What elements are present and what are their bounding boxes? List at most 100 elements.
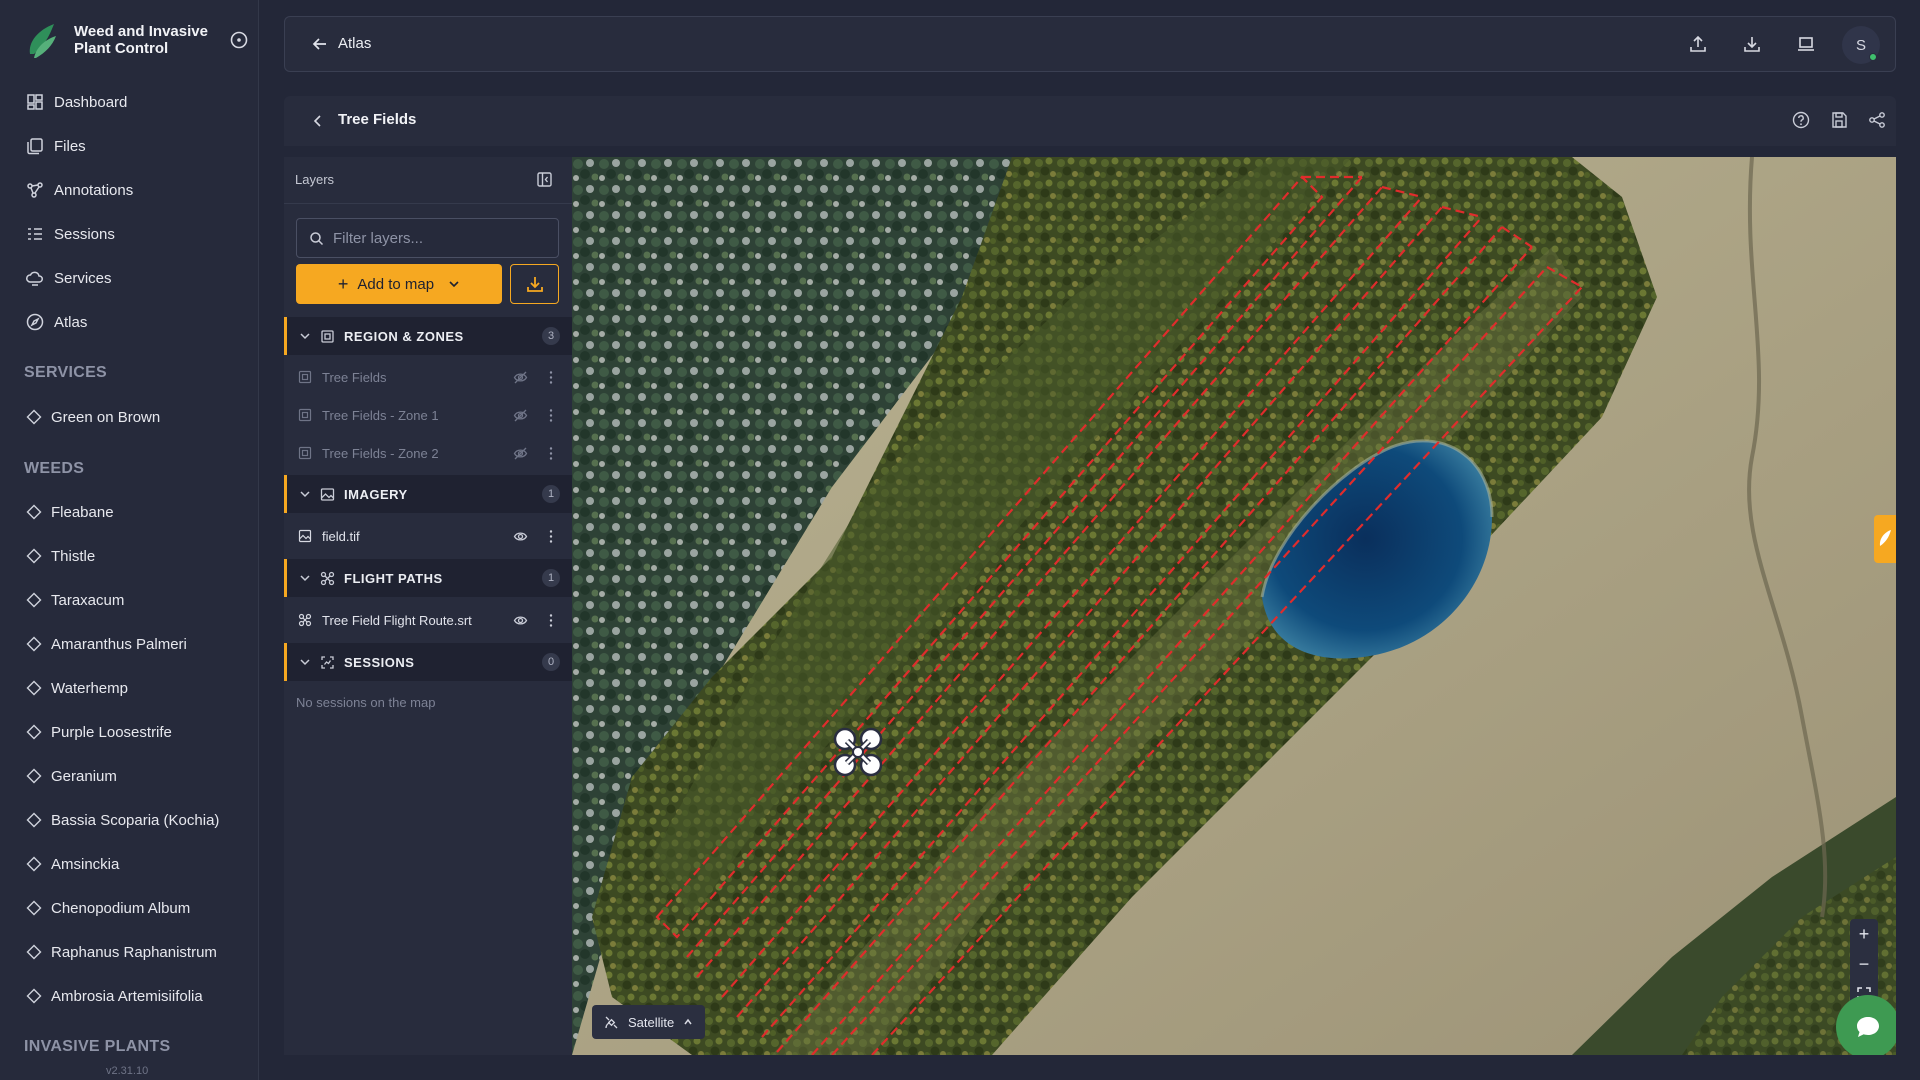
sessions-icon — [321, 655, 334, 669]
layer-item[interactable]: field.tif — [284, 517, 572, 555]
layer-item[interactable]: Tree Field Flight Route.srt — [284, 601, 572, 639]
satellite-map[interactable]: Satellite + − — [572, 157, 1896, 1055]
nav-item-files[interactable]: Files — [0, 124, 259, 168]
sidebar: Weed and Invasive Plant Control Dashboar… — [0, 0, 259, 1080]
download-icon[interactable] — [1741, 33, 1763, 55]
more-vertical-icon[interactable] — [549, 370, 553, 385]
add-to-map-button[interactable]: + Add to map — [296, 264, 502, 304]
breadcrumb[interactable]: Atlas — [338, 35, 371, 52]
region-icon — [298, 446, 312, 460]
chevron-left-icon[interactable] — [310, 113, 326, 129]
cloud-icon — [26, 271, 43, 286]
nav-item-services[interactable]: Services — [0, 256, 259, 300]
weed-item[interactable]: Raphanus Raphanistrum — [0, 930, 259, 974]
laptop-icon[interactable] — [1795, 33, 1817, 55]
chevron-down-icon — [300, 491, 310, 498]
diamond-icon — [26, 812, 42, 828]
group-region-zones[interactable]: REGION & ZONES 3 — [284, 317, 572, 355]
layer-name: field.tif — [322, 528, 360, 544]
collapse-panel-icon[interactable] — [536, 171, 553, 188]
group-count-badge: 0 — [542, 653, 560, 671]
nav-label: Atlas — [54, 313, 88, 331]
layer-item[interactable]: Tree Fields - Zone 2 — [284, 434, 572, 472]
weed-item[interactable]: Purple Loosestrife — [0, 710, 259, 754]
group-imagery[interactable]: IMAGERY 1 — [284, 475, 572, 513]
weed-label: Ambrosia Artemisiifolia — [51, 987, 203, 1005]
layers-panel: Layers + Add to map REGION & ZONES 3 Tre… — [284, 157, 572, 1055]
more-vertical-icon[interactable] — [549, 408, 553, 423]
leaf-logo-icon — [29, 24, 56, 58]
diamond-icon — [26, 504, 42, 520]
help-icon[interactable] — [1791, 110, 1811, 130]
layer-name: Tree Fields - Zone 1 — [322, 407, 439, 423]
eye-icon[interactable] — [513, 529, 528, 544]
weed-item[interactable]: Fleabane — [0, 490, 259, 534]
weed-item[interactable]: Geranium — [0, 754, 259, 798]
weed-item[interactable]: Amsinckia — [0, 842, 259, 886]
weed-item[interactable]: Ambrosia Artemisiifolia — [0, 974, 259, 1018]
weed-item[interactable]: Bassia Scoparia (Kochia) — [0, 798, 259, 842]
diamond-icon — [26, 856, 42, 872]
chevron-down-icon — [300, 333, 310, 340]
nav-item-atlas[interactable]: Atlas — [0, 300, 259, 344]
more-vertical-icon[interactable] — [549, 529, 553, 544]
diamond-icon — [26, 680, 42, 696]
group-count-badge: 1 — [542, 569, 560, 587]
top-bar: Atlas S — [284, 16, 1896, 72]
chevron-down-icon — [300, 575, 310, 582]
basemap-selector[interactable]: Satellite — [592, 1005, 706, 1039]
weed-item[interactable]: Waterhemp — [0, 666, 259, 710]
map-header: Tree Fields — [284, 96, 1896, 146]
weed-label: Raphanus Raphanistrum — [51, 943, 217, 961]
weed-label: Waterhemp — [51, 679, 128, 697]
clock-icon[interactable] — [229, 30, 249, 50]
download-layers-button[interactable] — [510, 264, 559, 304]
layer-name: Tree Fields — [322, 369, 387, 385]
layer-item[interactable]: Tree Fields — [284, 358, 572, 396]
avatar[interactable]: S — [1842, 26, 1880, 64]
group-flight-paths[interactable]: FLIGHT PATHS 1 — [284, 559, 572, 597]
share-icon[interactable] — [1867, 110, 1887, 130]
filter-layers-input[interactable] — [333, 229, 553, 247]
more-vertical-icon[interactable] — [549, 613, 553, 628]
eye-off-icon[interactable] — [513, 446, 528, 461]
nav-item-dashboard[interactable]: Dashboard — [0, 80, 259, 124]
weed-item[interactable]: Chenopodium Album — [0, 886, 259, 930]
download-icon — [526, 277, 543, 292]
eye-off-icon[interactable] — [513, 408, 528, 423]
diamond-icon — [26, 548, 42, 564]
upload-icon[interactable] — [1687, 33, 1709, 55]
basemap-label: Satellite — [628, 1014, 675, 1030]
main-nav: Dashboard Files Annotations Sessions Ser… — [0, 80, 259, 344]
group-sessions[interactable]: SESSIONS 0 — [284, 643, 572, 681]
weed-item[interactable]: Thistle — [0, 534, 259, 578]
weed-item[interactable]: Amaranthus Palmeri — [0, 622, 259, 666]
save-icon[interactable] — [1829, 110, 1849, 130]
nav-item-annotations[interactable]: Annotations — [0, 168, 259, 212]
weed-label: Thistle — [51, 547, 96, 565]
nav-label: Dashboard — [54, 93, 128, 111]
filter-layers-field[interactable] — [296, 218, 559, 258]
layer-item[interactable]: Tree Fields - Zone 1 — [284, 396, 572, 434]
brand[interactable]: Weed and Invasive Plant Control — [24, 18, 249, 62]
zoom-in-button[interactable]: + — [1850, 919, 1878, 949]
weed-item[interactable]: Taraxacum — [0, 578, 259, 622]
nav-label: Services — [54, 269, 112, 287]
sessions-icon — [28, 228, 42, 240]
files-icon — [27, 138, 43, 155]
eye-icon[interactable] — [513, 613, 528, 628]
more-vertical-icon[interactable] — [549, 446, 553, 461]
nav-item-sessions[interactable]: Sessions — [0, 212, 259, 256]
eye-off-icon[interactable] — [513, 370, 528, 385]
chat-button[interactable] — [1836, 995, 1896, 1055]
map-imagery — [572, 157, 1896, 1055]
zoom-out-button[interactable]: − — [1850, 949, 1878, 979]
brand-side-tab[interactable] — [1874, 515, 1896, 563]
app-version: v2.31.10 — [106, 1065, 149, 1077]
arrow-left-icon[interactable] — [311, 35, 329, 53]
region-icon — [298, 370, 312, 384]
weed-label: Amaranthus Palmeri — [51, 635, 187, 653]
weed-label: Purple Loosestrife — [51, 723, 172, 741]
diamond-icon — [26, 768, 42, 784]
service-item-green-on-brown[interactable]: Green on Brown — [0, 395, 259, 439]
